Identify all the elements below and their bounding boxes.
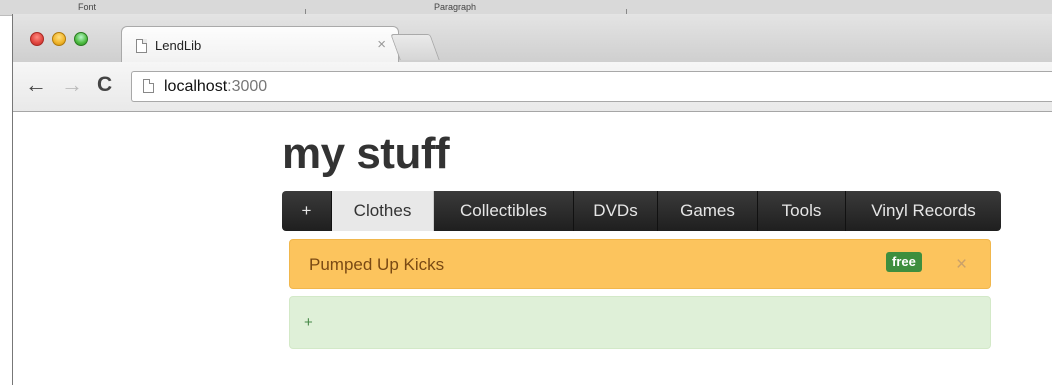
address-bar[interactable]: localhost:3000 — [131, 71, 1052, 102]
url-port: :3000 — [227, 78, 268, 95]
tab-tools[interactable]: Tools — [758, 191, 846, 231]
back-arrow-icon[interactable]: ← — [25, 73, 47, 97]
tab-games[interactable]: Games — [658, 191, 758, 231]
ruler-label-paragraph: Paragraph — [434, 2, 477, 12]
tab-dvds[interactable]: DVDs — [574, 191, 658, 231]
page-icon — [143, 79, 154, 93]
tab-collectibles[interactable]: Collectibles — [434, 191, 574, 231]
minimize-window-button[interactable] — [52, 32, 66, 46]
tab-vinyl-records[interactable]: Vinyl Records — [846, 191, 1001, 231]
tab-strip: LendLib × — [13, 14, 1052, 63]
status-badge[interactable]: free — [886, 252, 922, 272]
tab-clothes[interactable]: Clothes — [332, 191, 434, 231]
tab-title: LendLib — [155, 38, 202, 53]
add-item-row[interactable]: + — [289, 296, 991, 349]
remove-item-icon[interactable]: × — [956, 254, 967, 276]
browser-tab[interactable]: LendLib × — [121, 26, 399, 63]
close-window-button[interactable] — [30, 32, 44, 46]
page-content: my stuff + Clothes Collectibles DVDs Gam… — [13, 113, 1052, 385]
reload-icon[interactable]: C — [97, 73, 112, 97]
page-icon — [136, 39, 147, 53]
new-tab-button[interactable] — [390, 34, 440, 60]
list-item[interactable]: Pumped Up Kicks free × — [289, 239, 991, 289]
browser-window: LendLib × ← → C localhost:3000 my stuff … — [12, 14, 1052, 385]
add-item-icon[interactable]: + — [304, 314, 313, 331]
forward-arrow-icon[interactable]: → — [61, 73, 83, 97]
ruler-label-font: Font — [78, 2, 97, 12]
browser-toolbar: ← → C localhost:3000 — [13, 62, 1052, 112]
category-navbar: + Clothes Collectibles DVDs Games Tools … — [282, 191, 1001, 231]
item-name[interactable]: Pumped Up Kicks — [309, 255, 444, 275]
add-category-button[interactable]: + — [282, 191, 332, 231]
url-text: localhost:3000 — [164, 78, 267, 96]
tab-close-icon[interactable]: × — [377, 36, 386, 53]
zoom-window-button[interactable] — [74, 32, 88, 46]
page-title: my stuff — [282, 129, 450, 178]
url-host: localhost — [164, 78, 228, 95]
